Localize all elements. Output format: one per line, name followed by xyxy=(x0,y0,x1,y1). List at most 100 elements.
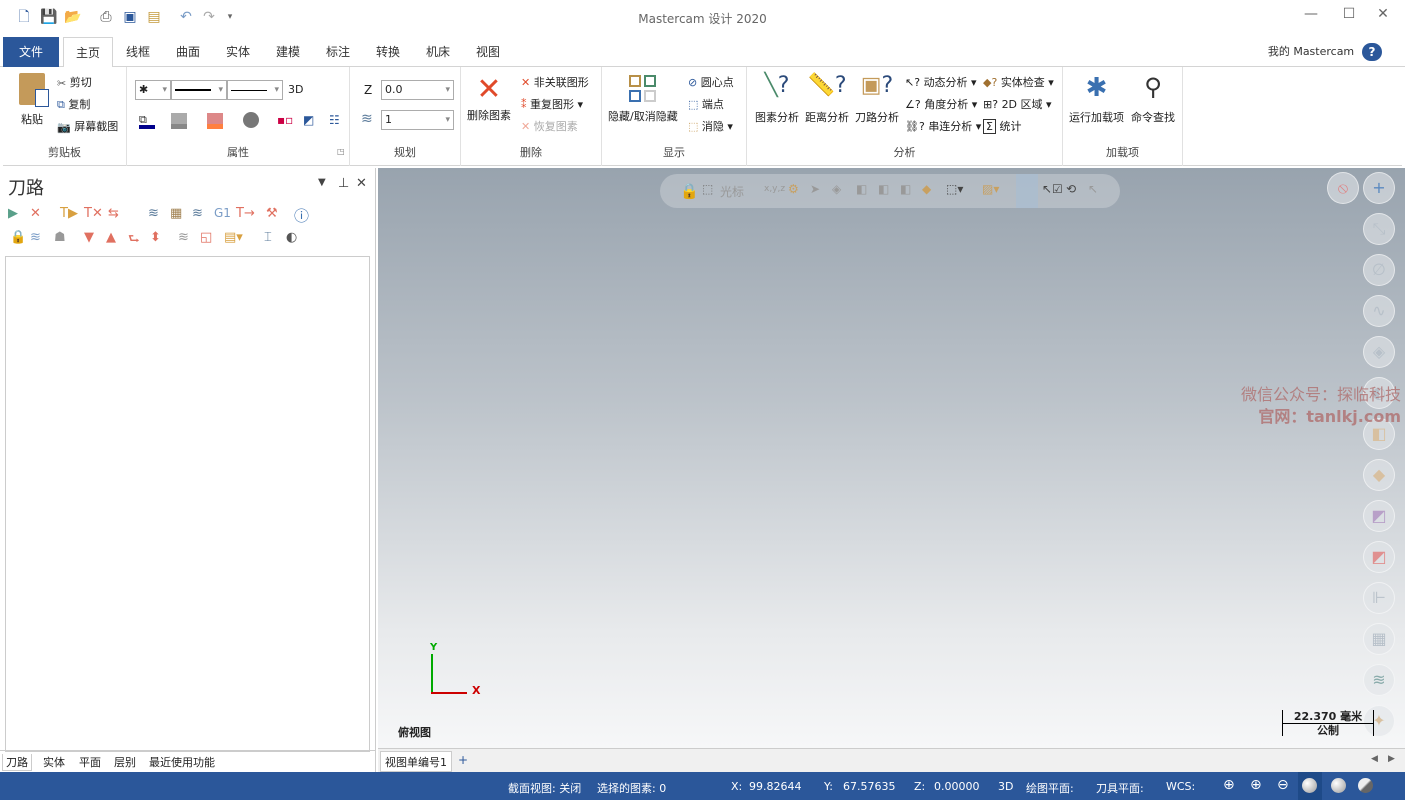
maximize-button[interactable]: ☐ xyxy=(1334,6,1364,22)
tab-file[interactable]: 文件 xyxy=(3,37,59,67)
zoom-in-icon[interactable]: + xyxy=(1363,172,1395,204)
select-chain-icon[interactable]: ≋ xyxy=(178,230,189,245)
delete-non-assoc-button[interactable]: ✕ 非关联图形 xyxy=(521,74,589,90)
lock-selection-icon[interactable]: 🔒 xyxy=(680,182,699,200)
options-icon[interactable]: ▤▾ xyxy=(224,230,243,245)
pin-icon[interactable]: ⊥ xyxy=(338,176,349,191)
tab-model-prep[interactable]: 建模 xyxy=(268,37,308,67)
line-width-select[interactable] xyxy=(227,80,283,100)
xyz-input-icon[interactable]: x,y,z xyxy=(764,184,785,194)
select-solid-color-icon[interactable]: ◆ xyxy=(922,182,931,196)
dynamic-analysis-button[interactable]: ↖? 动态分析 ▾ xyxy=(905,74,977,90)
analyze-entity-button[interactable]: ╲? 图素分析 xyxy=(755,73,799,125)
copy-button[interactable]: ⧉ 复制 xyxy=(57,96,90,112)
delete-duplicates-button[interactable]: ⁑ 重复图形 ▾ xyxy=(521,96,583,112)
run-addin-button[interactable]: ✱ 运行加载项 xyxy=(1069,73,1124,125)
panel-menu-icon[interactable]: ▼ xyxy=(318,177,326,188)
delete-entities-button[interactable]: ✕ 删除图素 xyxy=(467,73,511,123)
post-g1-icon[interactable]: G1 xyxy=(214,206,231,220)
z-coordinate[interactable]: 0.00000 xyxy=(934,780,980,793)
quick-mask-color-icon[interactable]: ◩ xyxy=(1363,500,1395,532)
quick-mask-body-icon[interactable]: ◆ xyxy=(1363,459,1395,491)
clear-selection-icon[interactable]: ⦸ xyxy=(1327,172,1359,204)
translucency-icon[interactable] xyxy=(1358,778,1373,793)
tab-machine[interactable]: 机床 xyxy=(418,37,458,67)
shaded-display-button[interactable] xyxy=(1298,772,1322,800)
regenerate-selected-icon[interactable]: T▶ xyxy=(60,206,78,221)
edit-icon[interactable]: ◐ xyxy=(286,230,297,245)
quick-mask-line-icon[interactable]: ⤡ xyxy=(1363,213,1395,245)
lock-icon[interactable]: 🔒 xyxy=(10,230,26,245)
tab-transform[interactable]: 转换 xyxy=(368,37,408,67)
hidden-line-icon[interactable]: ⊕ xyxy=(1250,777,1262,793)
tab-view[interactable]: 视图 xyxy=(468,37,508,67)
window-select-icon[interactable]: ⬚▾ xyxy=(946,182,963,196)
simulator-icon[interactable]: ≋ xyxy=(192,206,203,221)
autocursor-label[interactable]: 光标 xyxy=(720,183,744,200)
endpoints-button[interactable]: ⬚ 端点 xyxy=(688,96,724,112)
quick-mask-arc-icon[interactable]: ∅ xyxy=(1363,254,1395,286)
lock-edit-icon[interactable]: ⚒ xyxy=(266,206,278,221)
verify-icon[interactable]: ▦ xyxy=(170,206,182,221)
tab-solids[interactable]: 实体 xyxy=(218,37,258,67)
operations-tree[interactable] xyxy=(5,256,370,752)
mode-3d-toggle[interactable]: 3D xyxy=(998,780,1013,793)
line-style-select[interactable] xyxy=(171,80,227,100)
autocursor-settings-icon[interactable]: ⚙ xyxy=(788,182,799,196)
quick-mask-layers-icon[interactable]: ≋ xyxy=(1363,664,1395,696)
close-button[interactable]: ✕ xyxy=(1368,6,1398,22)
angle-analysis-button[interactable]: ∠? 角度分析 ▾ xyxy=(905,96,977,112)
level-input[interactable]: 1 xyxy=(381,110,454,130)
machine-icon[interactable]: ⌶ xyxy=(264,230,272,245)
panel-tab-recent[interactable]: 最近使用功能 xyxy=(149,754,215,770)
select-edge-icon[interactable]: ◧ xyxy=(900,182,911,196)
wireframe-color-icon[interactable]: ⧉ xyxy=(139,113,155,129)
quick-mask-point-icon[interactable]: ▦ xyxy=(1363,623,1395,655)
panel-tab-toolpaths[interactable]: 刀路 xyxy=(2,754,32,771)
toggle-operations-icon[interactable]: ⇆ xyxy=(108,206,119,221)
move-down-icon[interactable]: ▼ xyxy=(84,230,94,245)
tab-surfaces[interactable]: 曲面 xyxy=(168,37,208,67)
analyze-toolpath-button[interactable]: ▣? 刀路分析 xyxy=(855,73,899,125)
3d-mode-toggle[interactable]: 3D xyxy=(288,83,303,96)
scroll-left-icon[interactable]: ◀ xyxy=(1371,754,1378,764)
high-feed-icon[interactable]: T→ xyxy=(236,206,255,221)
shaded-edges-icon[interactable] xyxy=(1331,778,1346,793)
tab-drafting[interactable]: 标注 xyxy=(318,37,358,67)
panel-tab-levels[interactable]: 层别 xyxy=(114,754,136,770)
hide-unhide-button[interactable]: 隐藏/取消隐藏 xyxy=(608,75,678,124)
verify-selection-icon[interactable] xyxy=(1016,174,1038,208)
add-viewsheet-button[interactable]: + xyxy=(458,753,468,767)
quick-mask-solid-icon[interactable]: ◈ xyxy=(1363,336,1395,368)
tplane-select[interactable]: 刀具平面: xyxy=(1096,780,1144,796)
area-2d-button[interactable]: ⊞? 2D 区域 ▾ xyxy=(983,96,1052,112)
scroll-right-icon[interactable]: ▶ xyxy=(1388,754,1395,764)
unselect-icon[interactable]: ↖ xyxy=(1088,182,1098,196)
panel-tab-solids[interactable]: 实体 xyxy=(43,754,65,770)
simulate-icon[interactable]: ≋ xyxy=(148,206,159,221)
regenerate-dirty-icon[interactable]: T✕ xyxy=(84,206,103,221)
analyze-distance-button[interactable]: 📏? 距离分析 xyxy=(805,73,849,125)
screenshot-button[interactable]: 📷 屏幕截图 xyxy=(57,118,118,134)
z-depth-input[interactable]: 0.0 xyxy=(381,80,454,100)
insert-after-icon[interactable]: ⮑ xyxy=(128,230,140,252)
my-mastercam-link[interactable]: 我的 Mastercam xyxy=(1265,37,1357,67)
select-all-icon[interactable]: ↖☑ xyxy=(1042,182,1063,196)
select-cursor-icon[interactable]: ⬚ xyxy=(702,182,713,196)
select-all-operations-icon[interactable]: ▶ xyxy=(8,206,18,221)
hidden-removed-icon[interactable]: ⊖ xyxy=(1277,777,1289,793)
quick-mask-spline-icon[interactable]: ∿ xyxy=(1363,295,1395,327)
statistics-button[interactable]: Σ 统计 xyxy=(983,118,1021,134)
solid-check-button[interactable]: ◆? 实体检查 ▾ xyxy=(983,74,1054,90)
help-icon[interactable]: ? xyxy=(1362,43,1382,61)
graphics-viewport[interactable]: 🔒 ⬚ 光标 x,y,z ⚙ ➤ ◈ ◧ ◧ ◧ ◆ ⬚▾ ▨▾ ↖☑ ⟲ ↖ … xyxy=(378,168,1405,748)
cut-button[interactable]: ✂ 剪切 xyxy=(57,74,92,90)
section-view-status[interactable]: 截面视图: 关闭 xyxy=(508,780,581,796)
wcs-select[interactable]: WCS: xyxy=(1166,780,1195,793)
display-selected-icon[interactable]: ◱ xyxy=(200,230,212,245)
expand-collapse-icon[interactable]: ⬍ xyxy=(150,230,161,245)
move-up-icon[interactable]: ▲ xyxy=(106,230,116,245)
select-last-icon[interactable]: ⟲ xyxy=(1066,182,1076,196)
clear-colors-icon[interactable]: ☷ xyxy=(329,113,340,127)
minimize-button[interactable]: — xyxy=(1296,6,1326,22)
